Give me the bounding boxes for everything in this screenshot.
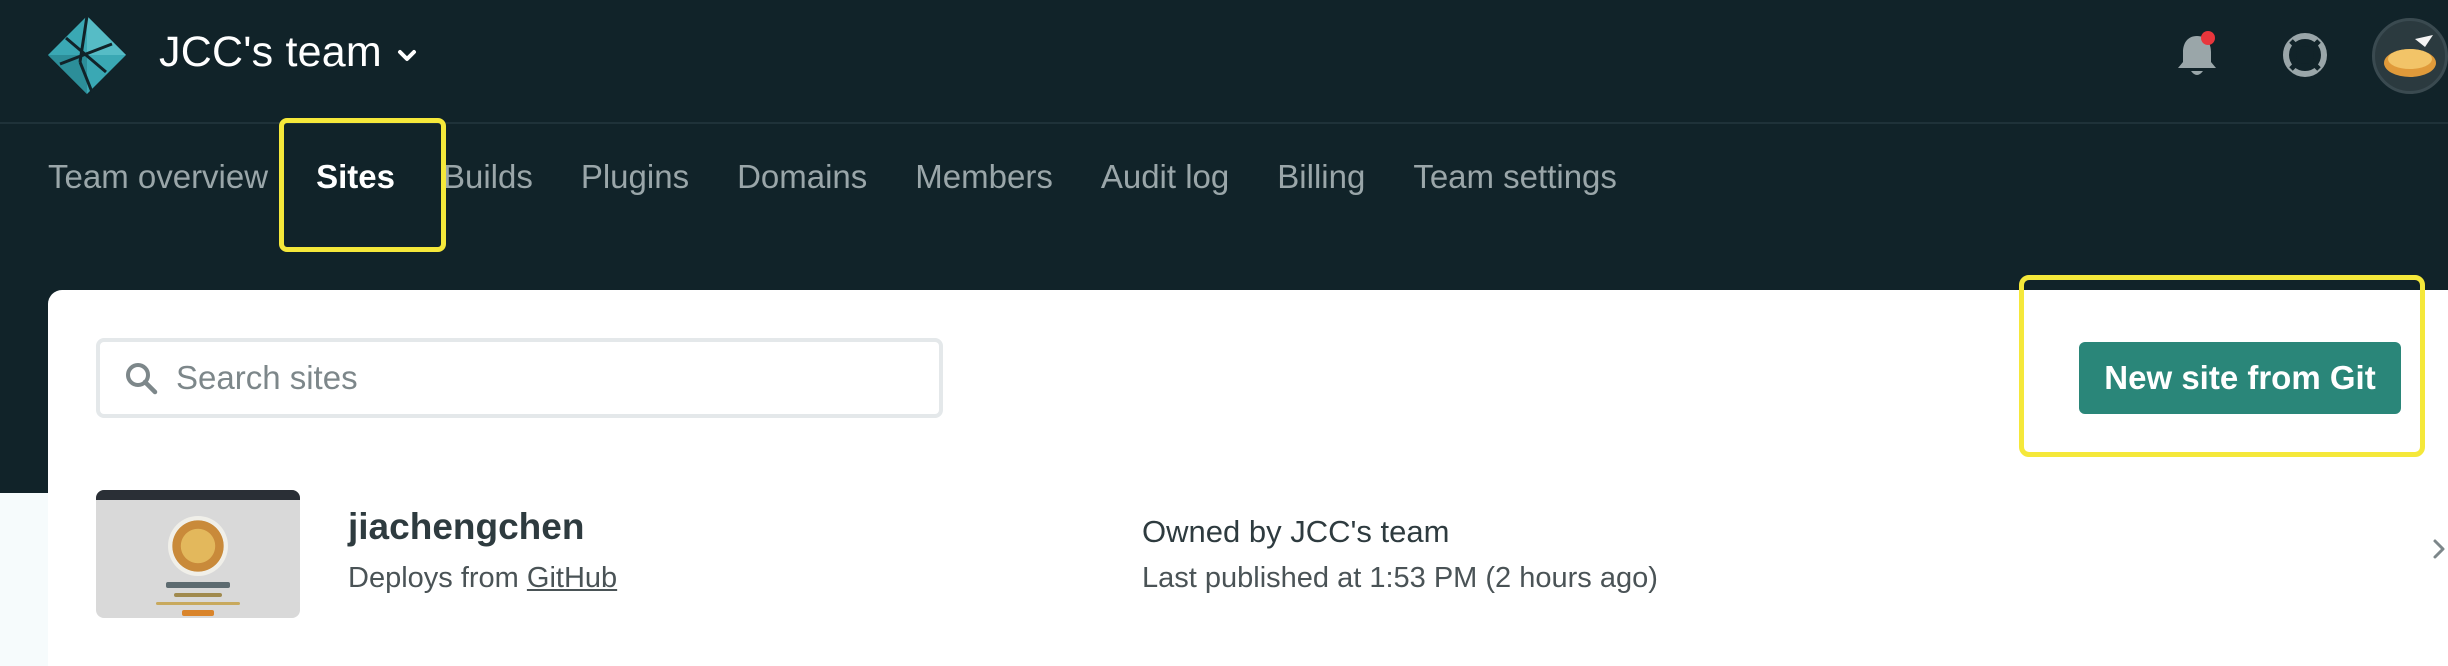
deploy-prefix: Deploys from: [348, 562, 527, 594]
owner-name: JCC's team: [1290, 514, 1450, 549]
new-site-highlight-box: [2019, 275, 2425, 457]
tab-plugins[interactable]: Plugins: [581, 158, 689, 196]
bell-icon[interactable]: [2174, 30, 2220, 80]
team-name-label: JCC's team: [159, 28, 382, 76]
tab-billing[interactable]: Billing: [1277, 158, 1365, 196]
tab-members[interactable]: Members: [915, 158, 1053, 196]
user-avatar[interactable]: [2372, 18, 2448, 94]
search-icon: [126, 363, 158, 395]
tab-team-overview[interactable]: Team overview: [48, 158, 268, 196]
chevron-down-icon: [397, 49, 416, 61]
search-box[interactable]: [96, 338, 943, 418]
last-published: Last published at 1:53 PM (2 hours ago): [1142, 562, 1658, 594]
site-thumbnail[interactable]: [96, 490, 300, 618]
lifebuoy-icon[interactable]: [2282, 32, 2328, 78]
site-owner: Owned by JCC's team: [1142, 514, 1449, 550]
avatar-image: [2384, 35, 2436, 77]
sites-tab-highlight-box: [279, 118, 446, 252]
deploy-source-link[interactable]: GitHub: [527, 562, 617, 594]
owner-prefix: Owned by: [1142, 514, 1291, 549]
notification-dot: [2201, 31, 2215, 45]
team-switcher[interactable]: JCC's team: [159, 28, 418, 77]
netlify-logo-icon[interactable]: [46, 14, 128, 96]
site-list-item[interactable]: jiachengchen Deploys from GitHub Owned b…: [96, 490, 2448, 620]
search-input[interactable]: [176, 359, 876, 397]
tab-builds[interactable]: Builds: [443, 158, 533, 196]
tab-audit-log[interactable]: Audit log: [1101, 158, 1229, 196]
site-name[interactable]: jiachengchen: [348, 506, 584, 548]
chevron-right-icon[interactable]: [2424, 534, 2448, 564]
top-bar: JCC's team: [0, 0, 2448, 124]
tab-team-settings[interactable]: Team settings: [1413, 158, 1617, 196]
tab-domains[interactable]: Domains: [737, 158, 867, 196]
site-deploy-info: Deploys from GitHub: [348, 562, 617, 595]
